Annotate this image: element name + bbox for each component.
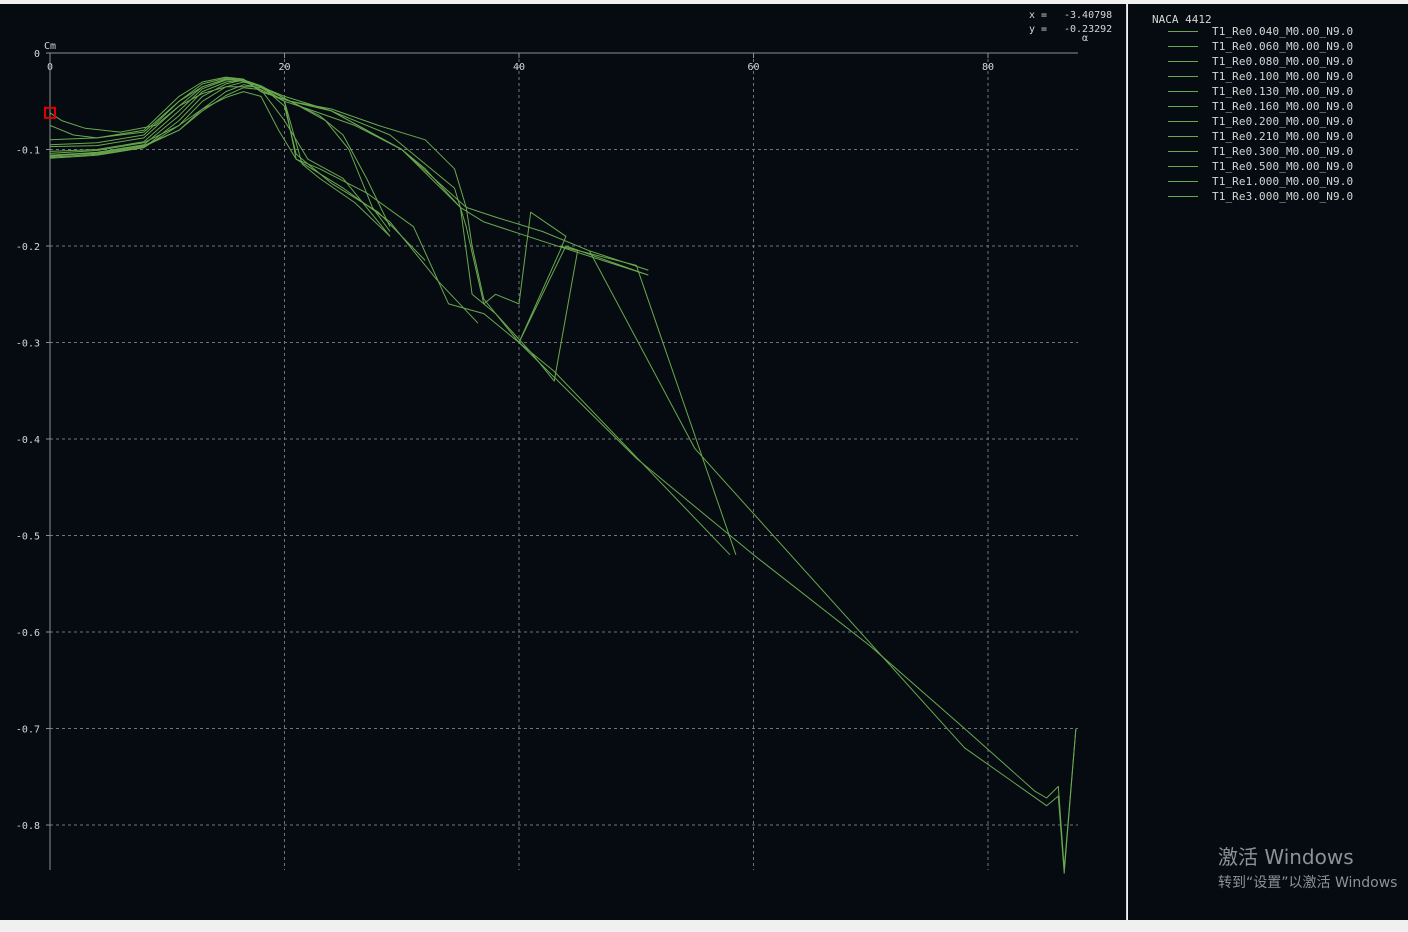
y-tick-label: -0.2 bbox=[16, 242, 40, 253]
legend-item[interactable]: T1_Re0.200_M0.00_N9.0 bbox=[1168, 114, 1353, 129]
readout-x-label: x = bbox=[1029, 10, 1047, 21]
legend-label: T1_Re0.080_M0.00_N9.0 bbox=[1212, 55, 1354, 68]
series-line bbox=[49, 86, 1077, 869]
windows-activation-watermark: 激活 Windows 转到“设置”以激活 Windows bbox=[1218, 841, 1408, 892]
series-layer bbox=[49, 76, 1077, 874]
legend-line-swatch bbox=[1168, 136, 1198, 137]
y-tick-label: -0.3 bbox=[16, 339, 40, 350]
legend-item[interactable]: T1_Re0.080_M0.00_N9.0 bbox=[1168, 54, 1353, 69]
legend-line-swatch bbox=[1168, 61, 1198, 62]
y-tick-label: -0.7 bbox=[16, 725, 40, 736]
y-tick-label: -0.4 bbox=[16, 435, 40, 446]
legend-panel: NACA 4412 T1_Re0.040_M0.00_N9.0 T1_Re0.06… bbox=[1128, 4, 1408, 920]
legend-label: T1_Re0.130_M0.00_N9.0 bbox=[1212, 85, 1354, 98]
legend-line-swatch bbox=[1168, 121, 1198, 122]
legend-item[interactable]: T1_Re0.300_M0.00_N9.0 bbox=[1168, 144, 1353, 159]
legend-item[interactable]: T1_Re1.000_M0.00_N9.0 bbox=[1168, 174, 1353, 189]
legend-item[interactable]: T1_Re0.500_M0.00_N9.0 bbox=[1168, 159, 1353, 174]
legend-line-swatch bbox=[1168, 181, 1198, 182]
x-tick-label: 80 bbox=[982, 62, 994, 73]
legend-item[interactable]: T1_Re0.130_M0.00_N9.0 bbox=[1168, 84, 1353, 99]
y-tick-label: -0.5 bbox=[16, 532, 40, 543]
legend-line-swatch bbox=[1168, 46, 1198, 47]
plot-window[interactable]: 0-0.1-0.2-0.3-0.4-0.5-0.6-0.7-0.80204060… bbox=[0, 4, 1127, 920]
legend-label: T1_Re0.160_M0.00_N9.0 bbox=[1212, 100, 1354, 113]
series-line bbox=[49, 87, 391, 237]
legend-item[interactable]: T1_Re3.000_M0.00_N9.0 bbox=[1168, 189, 1353, 204]
legend-line-swatch bbox=[1168, 91, 1198, 92]
series-line bbox=[49, 79, 479, 324]
legend-label: T1_Re0.060_M0.00_N9.0 bbox=[1212, 40, 1354, 53]
y-tick-label: -0.6 bbox=[16, 628, 40, 639]
y-tick-label: -0.1 bbox=[16, 146, 40, 157]
series-line bbox=[49, 77, 567, 343]
legend-line-swatch bbox=[1168, 76, 1198, 77]
legend-line-swatch bbox=[1168, 31, 1198, 32]
legend-label: T1_Re0.300_M0.00_N9.0 bbox=[1212, 145, 1354, 158]
legend-label: T1_Re0.500_M0.00_N9.0 bbox=[1212, 160, 1354, 173]
legend-label: T1_Re0.040_M0.00_N9.0 bbox=[1212, 25, 1354, 38]
x-tick-label: 40 bbox=[513, 62, 525, 73]
legend-line-swatch bbox=[1168, 151, 1198, 152]
legend-label: T1_Re0.200_M0.00_N9.0 bbox=[1212, 115, 1354, 128]
series-line bbox=[49, 79, 426, 261]
series-line bbox=[49, 76, 737, 555]
legend-label: T1_Re0.210_M0.00_N9.0 bbox=[1212, 130, 1354, 143]
legend-label: T1_Re3.000_M0.00_N9.0 bbox=[1212, 190, 1354, 203]
readout-y-label: y = bbox=[1029, 24, 1047, 35]
series-line bbox=[49, 81, 391, 232]
readout-y-value: -0.23292 bbox=[1064, 24, 1112, 35]
legend-item[interactable]: T1_Re0.060_M0.00_N9.0 bbox=[1168, 39, 1353, 54]
cm-alpha-plot[interactable]: 0-0.1-0.2-0.3-0.4-0.5-0.6-0.7-0.80204060… bbox=[0, 4, 1126, 920]
legend-label: T1_Re1.000_M0.00_N9.0 bbox=[1212, 175, 1354, 188]
watermark-subtitle: 转到“设置”以激活 Windows bbox=[1218, 875, 1398, 891]
legend-item[interactable]: T1_Re0.040_M0.00_N9.0 bbox=[1168, 24, 1353, 39]
legend-item[interactable]: T1_Re0.160_M0.00_N9.0 bbox=[1168, 99, 1353, 114]
x-tick-label: 60 bbox=[747, 62, 759, 73]
grid-layer bbox=[50, 53, 1078, 870]
x-tick-label: 20 bbox=[278, 62, 290, 73]
y-tick-label: -0.8 bbox=[16, 821, 40, 832]
y-axis-label: Cm bbox=[44, 41, 56, 52]
legend-line-swatch bbox=[1168, 106, 1198, 107]
readout-x-value: -3.40798 bbox=[1064, 10, 1112, 21]
y-tick-label: 0 bbox=[34, 49, 40, 60]
series-line bbox=[49, 78, 1077, 874]
legend-line-swatch bbox=[1168, 166, 1198, 167]
legend-line-swatch bbox=[1168, 196, 1198, 197]
legend-item[interactable]: T1_Re0.100_M0.00_N9.0 bbox=[1168, 69, 1353, 84]
legend-item[interactable]: T1_Re0.210_M0.00_N9.0 bbox=[1168, 129, 1353, 144]
legend-label: T1_Re0.100_M0.00_N9.0 bbox=[1212, 70, 1354, 83]
watermark-title: 激活 Windows bbox=[1218, 845, 1354, 869]
axes-layer: 0-0.1-0.2-0.3-0.4-0.5-0.6-0.7-0.80204060… bbox=[16, 49, 1078, 870]
series-line bbox=[49, 84, 391, 237]
